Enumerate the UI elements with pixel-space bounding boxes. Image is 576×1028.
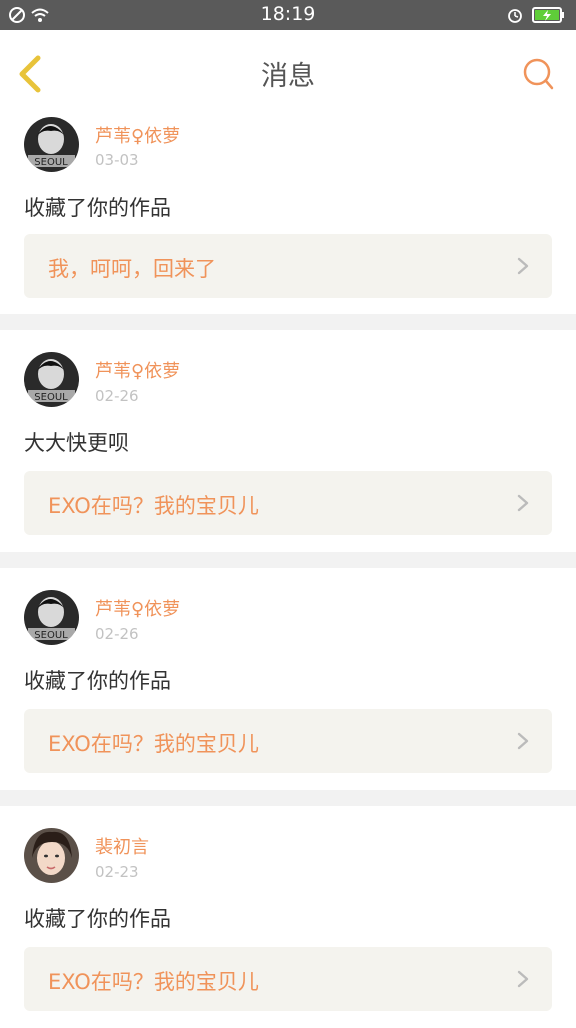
username[interactable]: 芦苇♀依萝 [95,595,180,621]
list-item: SEOUL 芦苇♀依萝 02-26 收藏了你的作品 EXO在吗？我的宝贝儿 [0,568,576,790]
chevron-right-icon [517,494,529,512]
divider [0,790,576,806]
svg-text:SEOUL: SEOUL [34,157,68,168]
battery-charging-icon [508,7,564,23]
message-action: 收藏了你的作品 [24,907,171,931]
divider [0,314,576,330]
message-date: 02-26 [95,625,139,643]
work-link[interactable]: EXO在吗？我的宝贝儿 [24,709,552,773]
chevron-right-icon [517,732,529,750]
avatar[interactable] [24,828,79,883]
search-icon[interactable] [522,57,554,91]
message-list: SEOUL 芦苇♀依萝 03-03 收藏了你的作品 我，呵呵，回来了 SEOUL… [0,108,576,1028]
page-title: 消息 [261,61,315,92]
work-link[interactable]: 我，呵呵，回来了 [24,234,552,298]
work-title: EXO在吗？我的宝贝儿 [48,732,259,756]
list-item: SEOUL 芦苇♀依萝 03-03 收藏了你的作品 我，呵呵，回来了 [0,108,576,314]
chevron-right-icon [517,257,529,275]
username[interactable]: 芦苇♀依萝 [95,357,180,383]
username[interactable]: 芦苇♀依萝 [95,122,180,148]
username[interactable]: 裴初言 [95,833,149,859]
work-link[interactable]: EXO在吗？我的宝贝儿 [24,947,552,1011]
work-title: 我，呵呵，回来了 [48,257,216,281]
avatar[interactable]: SEOUL [24,352,79,407]
message-date: 02-26 [95,387,139,405]
avatar[interactable]: SEOUL [24,590,79,645]
chevron-right-icon [517,970,529,988]
avatar[interactable]: SEOUL [24,117,79,172]
svg-text:SEOUL: SEOUL [34,392,68,403]
list-item: 裴初言 02-23 收藏了你的作品 EXO在吗？我的宝贝儿 [0,806,576,1028]
message-date: 02-23 [95,863,139,881]
message-action: 大大快更呗 [24,431,129,455]
status-time: 18:19 [260,3,316,25]
status-right-icons [506,5,568,29]
svg-text:SEOUL: SEOUL [34,630,68,641]
work-title: EXO在吗？我的宝贝儿 [48,494,259,518]
work-link[interactable]: EXO在吗？我的宝贝儿 [24,471,552,535]
message-action: 收藏了你的作品 [24,669,171,693]
message-date: 03-03 [95,151,139,169]
list-item: SEOUL 芦苇♀依萝 02-26 大大快更呗 EXO在吗？我的宝贝儿 [0,330,576,552]
message-action: 收藏了你的作品 [24,196,171,220]
app-header: 消息 [0,30,576,109]
status-bar: 18:19 [0,0,576,30]
work-title: EXO在吗？我的宝贝儿 [48,970,259,994]
divider [0,552,576,568]
